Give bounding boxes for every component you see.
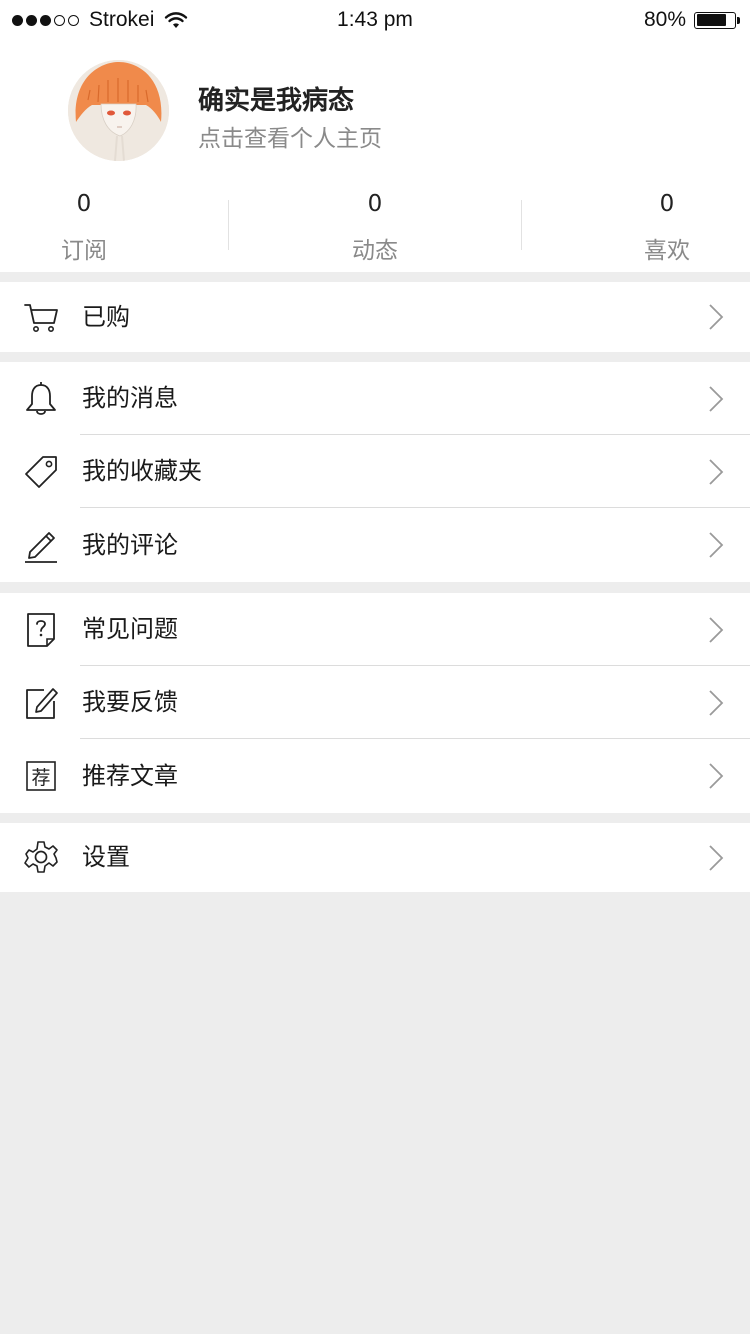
chevron-right-icon: [708, 532, 724, 558]
stat-label: 订阅: [61, 238, 107, 264]
gear-icon: [22, 839, 60, 877]
pencil-icon: [22, 526, 60, 564]
question-doc-icon: [22, 611, 60, 649]
menu-item-recommend[interactable]: 荐 推荐文章: [0, 739, 750, 813]
edit-box-icon: [22, 684, 60, 722]
menu-group-personal: 我的消息 我的收藏夹 我的评论: [0, 362, 750, 582]
stat-count: 0: [367, 191, 383, 217]
chevron-right-icon: [708, 616, 724, 643]
chevron-right-icon: [708, 763, 724, 789]
menu-group-settings: 设置: [0, 823, 750, 892]
chevron-right-icon: [708, 304, 724, 330]
battery-cap: [737, 16, 740, 24]
menu-item-label: 推荐文章: [82, 762, 178, 790]
menu-item-comments[interactable]: 我的评论: [0, 508, 750, 582]
menu-item-label: 我的评论: [82, 531, 178, 559]
status-right: 80%: [644, 8, 740, 32]
chevron-right-icon: [708, 385, 724, 412]
menu-item-label: 我的收藏夹: [82, 457, 202, 485]
tag-icon: [22, 453, 60, 491]
user-name[interactable]: 确实是我病态: [198, 80, 354, 117]
menu-item-label: 我的消息: [82, 384, 178, 412]
menu-item-purchased[interactable]: 已购: [0, 282, 750, 352]
menu-item-feedback[interactable]: 我要反馈: [0, 666, 750, 739]
stat-activity[interactable]: 0 动态: [315, 190, 435, 265]
chevron-right-icon: [708, 844, 724, 871]
menu-item-label: 常见问题: [82, 615, 178, 643]
menu-item-favorites[interactable]: 我的收藏夹: [0, 435, 750, 508]
menu-item-label: 已购: [82, 303, 130, 331]
recommend-glyph: 荐: [31, 767, 50, 789]
recommend-icon: 荐: [22, 757, 60, 795]
bell-icon: [22, 380, 60, 418]
menu-item-faq[interactable]: 常见问题: [0, 593, 750, 666]
status-time: 1:43 pm: [337, 8, 413, 31]
battery-percent: 80%: [643, 8, 686, 31]
stat-label: 喜欢: [644, 238, 690, 264]
stat-likes[interactable]: 0 喜欢: [607, 190, 727, 265]
menu-group-purchases: 已购: [0, 282, 750, 352]
stat-subscriptions[interactable]: 0 订阅: [24, 190, 144, 265]
stat-label: 动态: [352, 238, 398, 264]
battery-icon: [694, 11, 736, 29]
menu-item-messages[interactable]: 我的消息: [0, 362, 750, 435]
chevron-right-icon: [708, 458, 724, 485]
profile-header: 确实是我病态 点击查看个人主页 0 订阅 0 动态 0 喜欢: [0, 40, 750, 272]
menu-item-settings[interactable]: 设置: [0, 823, 750, 892]
battery-level: [696, 14, 727, 26]
status-bar: Strokei 1:43 pm 80%: [0, 0, 750, 40]
avatar[interactable]: [68, 60, 169, 161]
stat-count: 0: [659, 191, 675, 217]
chevron-right-icon: [708, 689, 724, 716]
menu-group-support: 常见问题 我要反馈 荐 推荐文章: [0, 593, 750, 813]
avatar-illustration: [68, 60, 169, 161]
stat-divider: [228, 200, 229, 250]
cart-icon: [22, 298, 60, 336]
menu-item-label: 我要反馈: [82, 688, 178, 716]
stat-count: 0: [76, 191, 92, 217]
menu-item-label: 设置: [82, 843, 130, 871]
view-profile-link[interactable]: 点击查看个人主页: [198, 119, 382, 153]
stat-divider: [521, 200, 522, 250]
